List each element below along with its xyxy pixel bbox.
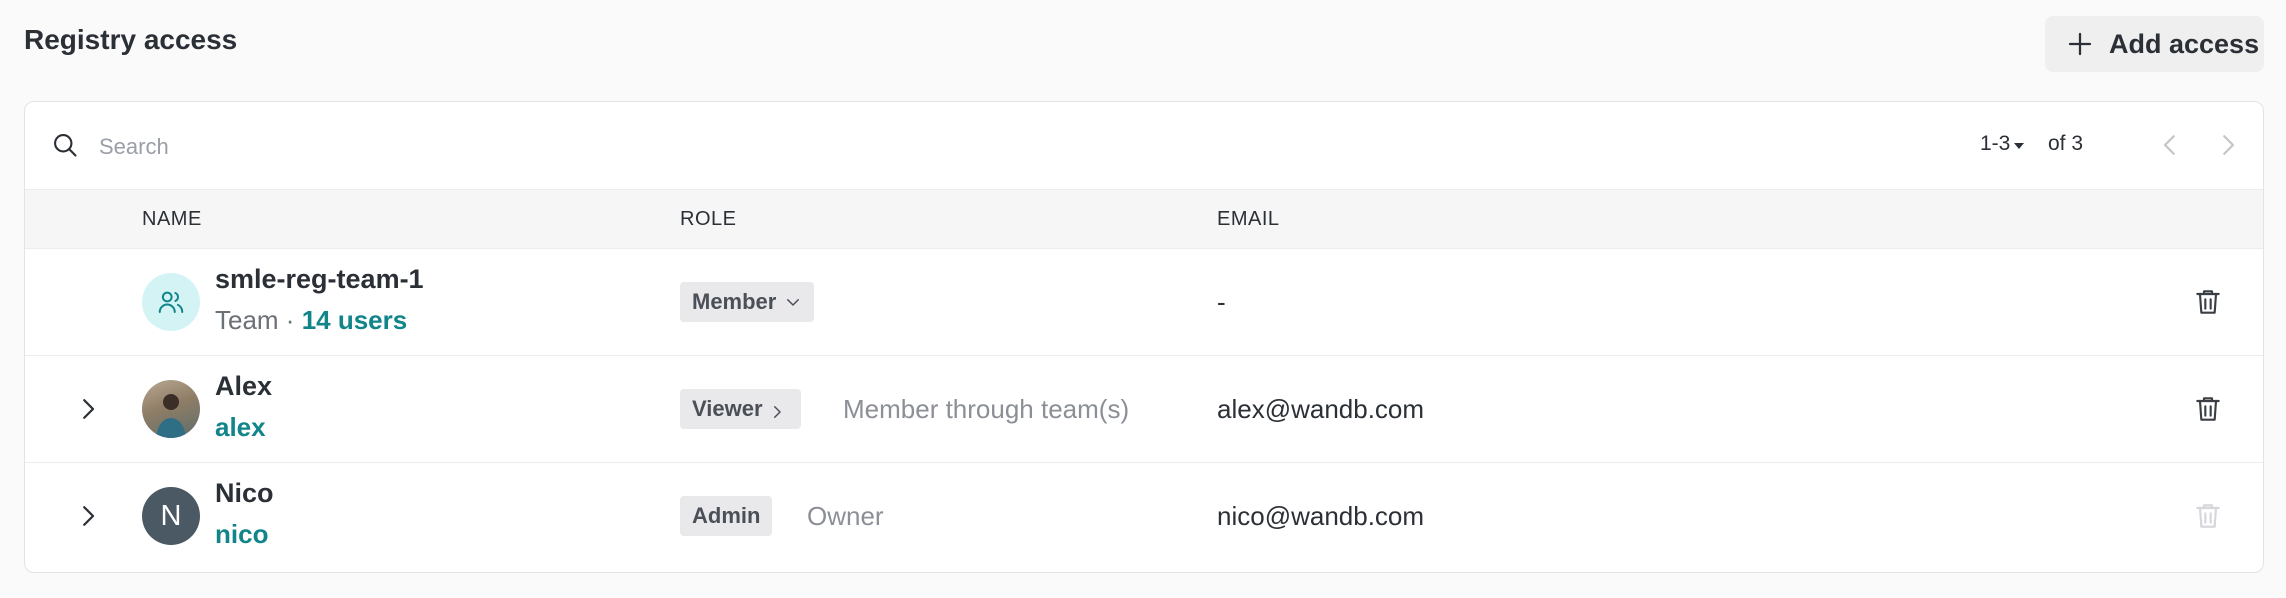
- role-dropdown[interactable]: Member: [680, 282, 815, 322]
- caret-down-icon: [2014, 142, 2025, 149]
- team-type-label: Team: [215, 305, 279, 335]
- row-email: -: [1217, 287, 1226, 317]
- access-table-card: 1-3 of 3 NAME ROLE EMAIL: [24, 101, 2264, 573]
- separator: ·: [278, 305, 302, 335]
- user-avatar: [142, 380, 200, 438]
- search-icon: [54, 134, 77, 157]
- chevron-right-icon[interactable]: [73, 394, 103, 424]
- role-note: Member through team(s): [843, 394, 1130, 424]
- page-title: Registry access: [24, 24, 238, 55]
- chevron-left-icon[interactable]: [2155, 130, 2185, 160]
- chevron-down-icon: [773, 406, 781, 418]
- add-access-button[interactable]: Add access: [2045, 16, 2264, 72]
- users-icon: [158, 291, 184, 313]
- chevron-down-icon: [787, 299, 800, 306]
- column-header-role: ROLE: [680, 208, 737, 230]
- table-row: Alex alex Viewer Member through team(s) …: [25, 356, 2263, 463]
- page-range-label: 1-3: [1980, 132, 2011, 155]
- username-link[interactable]: alex: [215, 412, 266, 443]
- row-email: nico@wandb.com: [1217, 501, 1425, 531]
- person-photo-icon: [156, 394, 186, 438]
- column-header-name: NAME: [142, 208, 202, 230]
- table-row: N Nico nico Admin Owner nico@wandb.com: [25, 463, 2263, 570]
- add-access-label: Add access: [2109, 28, 2260, 59]
- row-name: Nico: [215, 478, 274, 508]
- plus-icon: [2068, 32, 2092, 56]
- chevron-right-icon[interactable]: [2213, 130, 2243, 160]
- column-header-email: EMAIL: [1217, 208, 1280, 230]
- row-name: Alex: [215, 371, 273, 401]
- row-email: alex@wandb.com: [1217, 394, 1425, 424]
- table-header: NAME ROLE EMAIL: [25, 189, 2263, 249]
- role-label: Member: [692, 289, 777, 314]
- role-note: Owner: [807, 501, 884, 531]
- role-label: Viewer: [692, 396, 763, 421]
- row-name: smle-reg-team-1: [215, 264, 424, 294]
- trash-icon[interactable]: [2192, 393, 2224, 425]
- chevron-right-icon[interactable]: [73, 501, 103, 531]
- table-row: smle-reg-team-1 Team · 14 users Member -: [25, 249, 2263, 356]
- avatar-initial: N: [160, 499, 182, 532]
- page-total-label: of 3: [2048, 132, 2084, 155]
- role-label: Admin: [692, 503, 761, 528]
- team-users-link[interactable]: 14 users: [302, 305, 408, 335]
- trash-icon[interactable]: [2192, 286, 2224, 318]
- page-range-dropdown[interactable]: 1-3: [1980, 132, 2025, 156]
- trash-icon: [2196, 504, 2220, 528]
- role-badge: Admin: [680, 496, 773, 536]
- role-dropdown[interactable]: Viewer: [680, 389, 801, 429]
- row-subtitle: Team · 14 users: [215, 305, 407, 336]
- team-avatar: [142, 273, 200, 331]
- user-avatar: N: [142, 487, 200, 545]
- search-input[interactable]: [97, 126, 1101, 168]
- table-toolbar: 1-3 of 3: [25, 102, 2263, 189]
- username-link[interactable]: nico: [215, 519, 268, 550]
- registry-access-page: Registry access Add access 1-3 of 3: [0, 0, 2286, 598]
